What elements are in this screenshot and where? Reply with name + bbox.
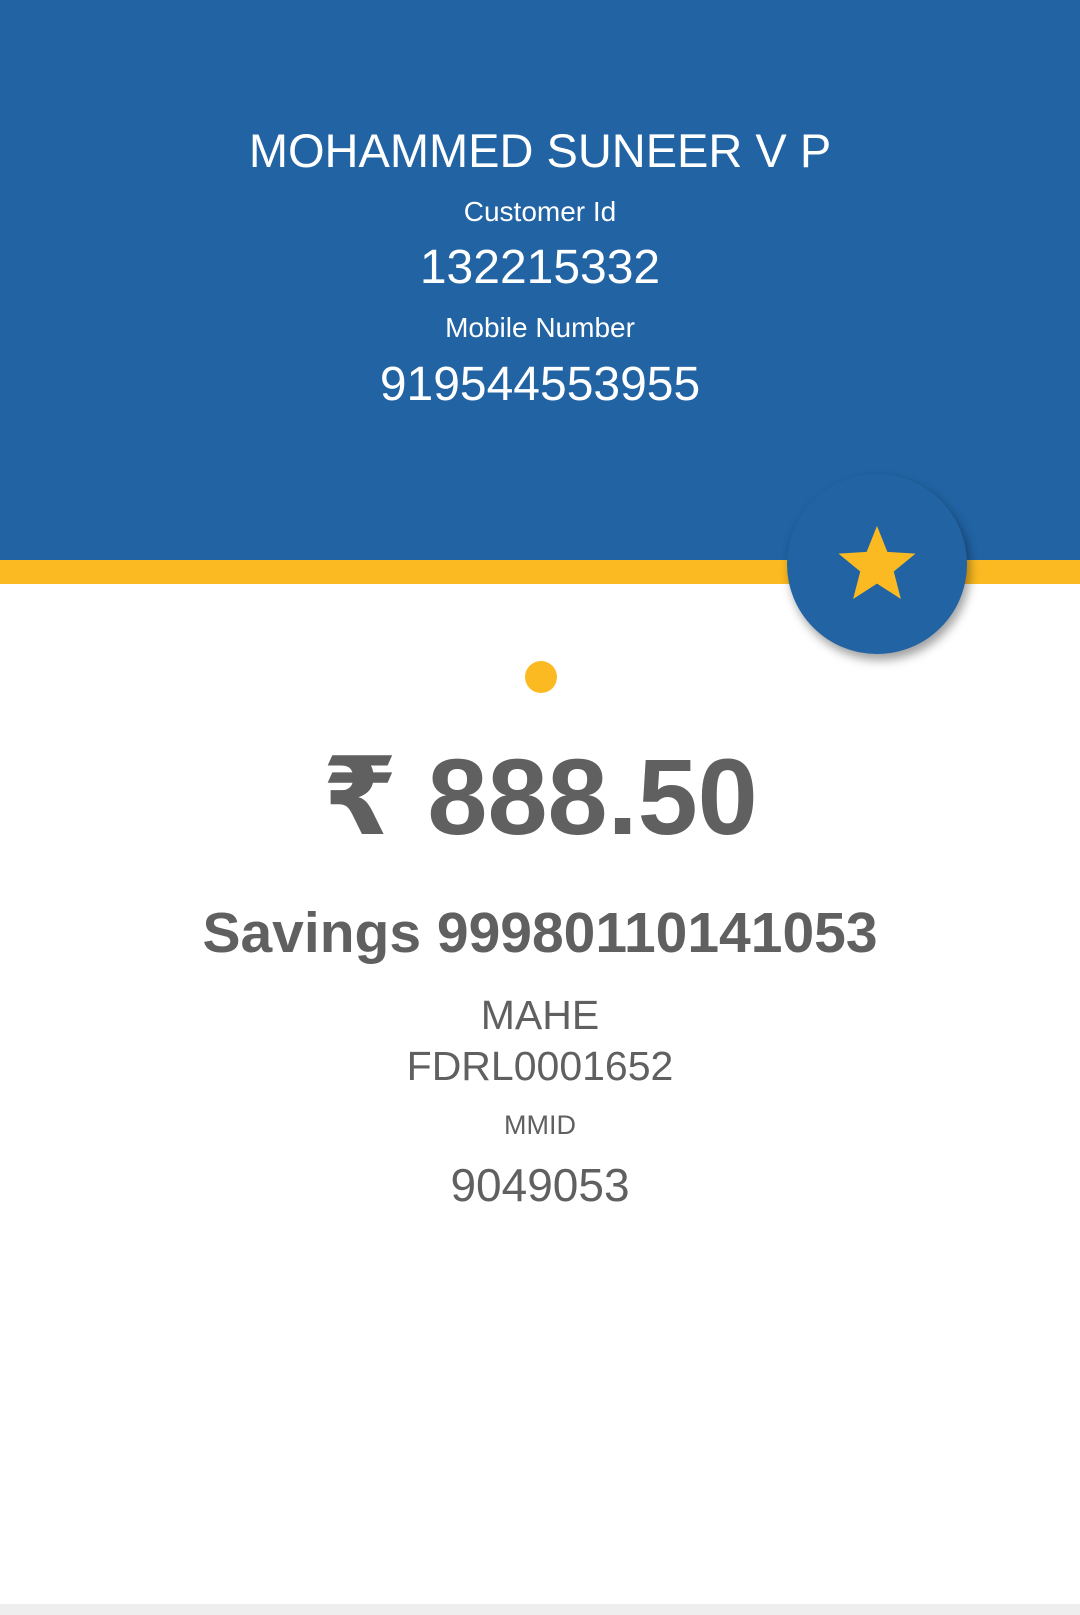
star-icon — [838, 525, 916, 599]
customer-id-value: 132215332 — [419, 241, 661, 294]
branch-name: MAHE — [480, 992, 600, 1038]
ifsc-code: FDRL0001652 — [406, 1043, 674, 1089]
account-type-number: Savings 99980110141053 — [202, 901, 878, 965]
customer-id-label: Customer Id — [463, 196, 617, 227]
favorite-button[interactable] — [787, 474, 967, 654]
bottom-edge — [0, 1604, 1080, 1615]
account-header: MOHAMMED SUNEER V P Customer Id 13221533… — [0, 0, 1080, 560]
mmid-value: 9049053 — [450, 1159, 630, 1211]
mobile-number-value: 919544553955 — [379, 358, 701, 411]
mmid-label: MMID — [504, 1110, 576, 1140]
account-balance: ₹ 888.50 — [322, 736, 758, 857]
page-indicator-dot[interactable] — [525, 661, 557, 693]
customer-name: MOHAMMED SUNEER V P — [248, 124, 832, 177]
mobile-number-label: Mobile Number — [445, 312, 635, 343]
